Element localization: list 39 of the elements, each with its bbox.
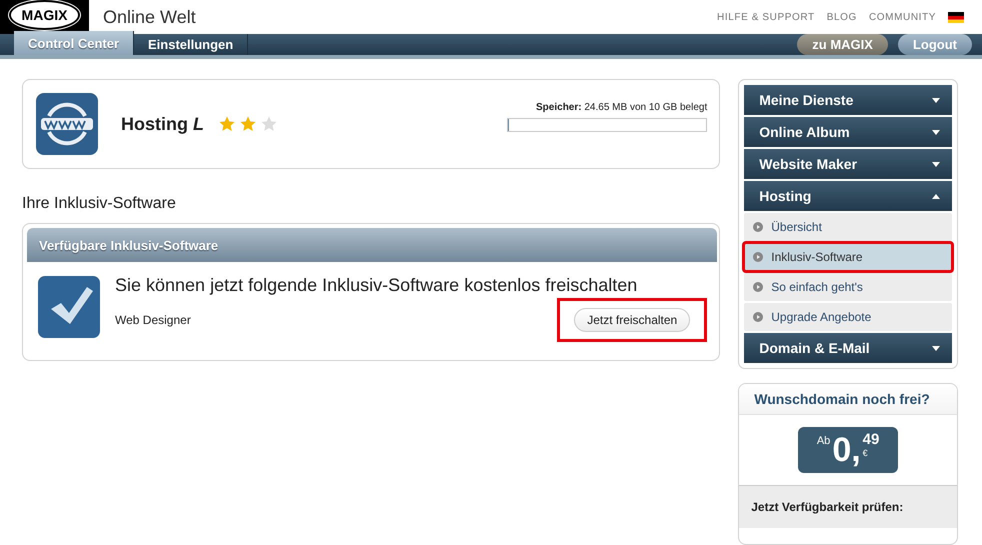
star-icon — [239, 115, 258, 133]
flag-icon[interactable] — [948, 12, 964, 22]
menu-header[interactable]: Hosting — [744, 181, 952, 211]
logo[interactable]: MAGIX — [10, 2, 78, 28]
menu-item[interactable]: Inklusiv-Software — [744, 243, 952, 271]
star-icon — [218, 115, 236, 133]
bullet-icon — [753, 252, 764, 262]
bullet-icon — [753, 312, 764, 322]
storage-text: Speicher: 24.65 MB von 10 GB belegt — [536, 102, 708, 113]
unlock-button[interactable]: Jetzt freischalten — [574, 308, 690, 332]
header-link[interactable]: HILFE & SUPPORT — [717, 12, 815, 22]
header-link[interactable]: COMMUNITY — [868, 12, 936, 22]
caret-icon — [932, 130, 940, 134]
header-link[interactable]: BLOG — [826, 12, 857, 22]
site-title: Online Welt — [103, 6, 197, 28]
caret-icon — [932, 194, 940, 198]
caret-icon — [932, 98, 940, 102]
bullet-icon — [753, 282, 764, 292]
section-title: Ihre Inklusiv-Software — [22, 195, 177, 213]
panel-header: Verfügbare Inklusiv-Software — [27, 228, 718, 262]
info-message: Sie können jetzt folgende Inklusiv-Software kostenlos freischalten — [115, 275, 638, 296]
star-icon — [260, 115, 278, 133]
software-name: Web Designer — [115, 313, 191, 327]
caret-icon — [932, 346, 940, 350]
domain-title: Wunschdomain noch frei? — [739, 384, 957, 415]
menu-header[interactable]: Meine Dienste — [744, 85, 952, 115]
bullet-icon — [753, 222, 764, 232]
availability-label: Jetzt Verfügbarkeit prüfen: — [739, 485, 957, 528]
checkmark-icon — [37, 275, 101, 339]
caret-icon — [932, 162, 940, 166]
menu-item[interactable]: Übersicht — [744, 213, 952, 241]
menu-item[interactable]: So einfach geht's — [744, 273, 952, 301]
product-name: Hosting L — [121, 114, 204, 134]
menu-item[interactable]: Upgrade Angebote — [744, 303, 952, 331]
globe-icon — [35, 92, 99, 156]
brand-button[interactable]: zu MAGIX — [797, 34, 888, 55]
menu-header[interactable]: Website Maker — [744, 149, 952, 179]
menu-header[interactable]: Domain & E-Mail — [744, 333, 952, 363]
menu-header[interactable]: Online Album — [744, 117, 952, 147]
